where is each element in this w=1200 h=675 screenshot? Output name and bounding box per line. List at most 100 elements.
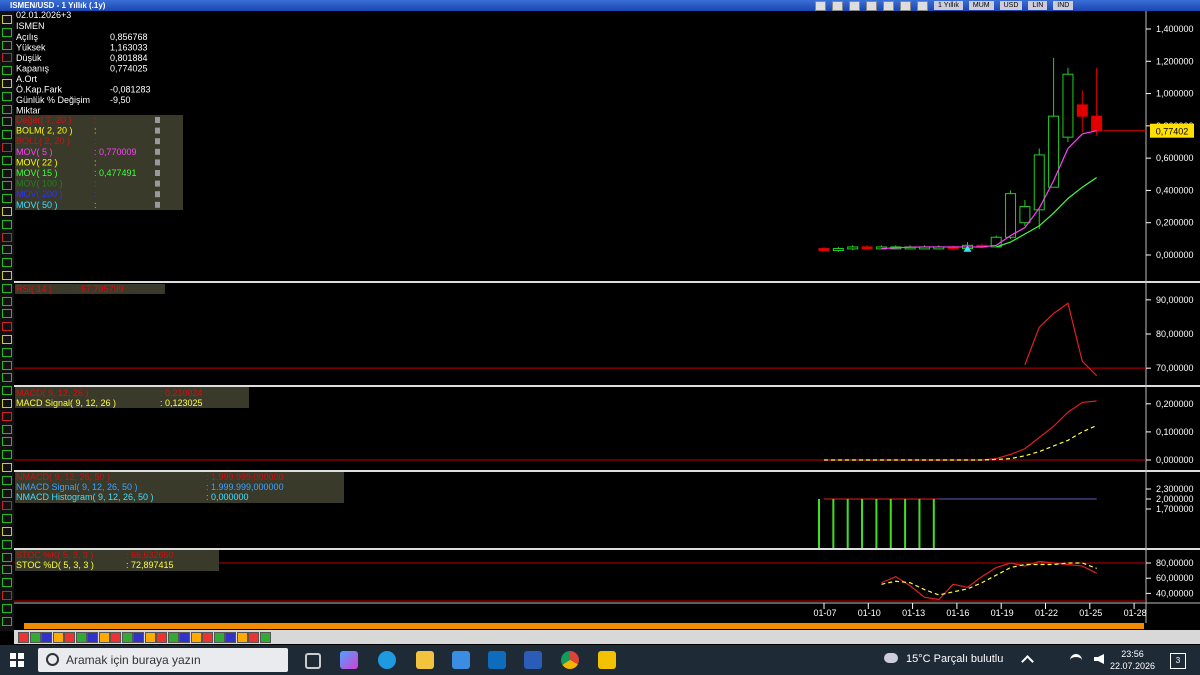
drawing-tool-icon[interactable] — [2, 475, 12, 485]
currency-select[interactable]: USD — [999, 1, 1023, 10]
drawing-tool-icon[interactable] — [2, 616, 12, 626]
taskbar-clock[interactable]: 23:56 22.07.2026 — [1110, 648, 1155, 672]
toolbar-button[interactable] — [883, 0, 894, 11]
bottom-tool-icon[interactable] — [202, 632, 213, 643]
mode-select[interactable]: IND — [1053, 1, 1074, 10]
store-icon[interactable] — [452, 651, 470, 669]
toolbar-button[interactable] — [815, 0, 826, 11]
drawing-tool-icon[interactable] — [2, 411, 12, 421]
bottom-tool-icon[interactable] — [121, 632, 133, 643]
bottom-tool-icon[interactable] — [64, 632, 75, 643]
bottom-tool-icon[interactable] — [225, 632, 236, 643]
drawing-tool-icon[interactable] — [2, 578, 12, 588]
drawing-tool-icon[interactable] — [2, 232, 12, 242]
drawing-tool-icon[interactable] — [2, 53, 12, 63]
drawing-tool-icon[interactable] — [2, 347, 12, 357]
drawing-tool-icon[interactable] — [2, 552, 12, 562]
drawing-tool-icon[interactable] — [2, 181, 12, 191]
bottom-tool-icon[interactable] — [144, 632, 156, 643]
drawing-tool-icon[interactable] — [2, 501, 12, 511]
drawing-tool-icon[interactable] — [2, 258, 12, 268]
drawing-tool-icon[interactable] — [2, 514, 12, 524]
bottom-tool-icon[interactable] — [259, 632, 271, 643]
drawing-tool-icon[interactable] — [2, 488, 12, 498]
drawing-tool-icon[interactable] — [2, 79, 12, 88]
drawing-tool-icon[interactable] — [2, 130, 12, 140]
bottom-tool-icon[interactable] — [213, 632, 225, 643]
notification-icon[interactable]: 3 — [1170, 653, 1186, 669]
bottom-tool-icon[interactable] — [190, 632, 202, 643]
drawing-tool-icon[interactable] — [2, 539, 12, 549]
drawing-tool-icon[interactable] — [2, 309, 12, 319]
chart-svg[interactable]: 1,4000001,2000001,0000000,8000000,600000… — [14, 11, 1200, 631]
bottom-tool-icon[interactable] — [133, 632, 144, 643]
outlook-icon[interactable] — [488, 651, 506, 669]
word-icon[interactable] — [524, 651, 542, 669]
volume-icon[interactable] — [1094, 654, 1104, 664]
scale-select[interactable]: LIN — [1028, 1, 1048, 10]
bottom-tool-icon[interactable] — [75, 632, 87, 643]
trading-app-icon[interactable] — [598, 651, 616, 669]
bottom-tool-icon[interactable] — [98, 632, 110, 643]
bottom-tool-icon[interactable] — [248, 632, 259, 643]
toolbar-button[interactable] — [900, 0, 911, 11]
bottom-tool-icon[interactable] — [52, 632, 64, 643]
wifi-icon[interactable] — [1070, 654, 1082, 667]
drawing-tool-icon[interactable] — [2, 117, 12, 127]
copilot-icon[interactable] — [340, 651, 358, 669]
bottom-tool-icon[interactable] — [236, 632, 248, 643]
toolbar-button[interactable] — [832, 0, 843, 11]
drawing-tool-icon[interactable] — [2, 373, 12, 383]
bottom-tool-icon[interactable] — [110, 632, 121, 643]
file-explorer-icon[interactable] — [416, 651, 434, 669]
drawing-tool-icon[interactable] — [2, 283, 12, 293]
drawing-tool-icon[interactable] — [2, 27, 12, 37]
drawing-tool-icon[interactable] — [2, 219, 12, 229]
chrome-icon[interactable] — [561, 651, 579, 669]
drawing-tool-icon[interactable] — [2, 296, 12, 306]
drawing-tool-icon[interactable] — [2, 66, 12, 76]
edge-icon[interactable] — [378, 651, 396, 669]
period-select[interactable]: 1 Yıllık — [934, 1, 963, 10]
drawing-tool-icon[interactable] — [2, 322, 12, 332]
drawing-tool-icon[interactable] — [2, 168, 12, 178]
drawing-tool-icon[interactable] — [2, 603, 12, 613]
drawing-tool-icon[interactable] — [2, 437, 12, 447]
drawing-tool-icon[interactable] — [2, 207, 12, 216]
drawing-tool-icon[interactable] — [2, 271, 12, 280]
bar-type-select[interactable]: MUM — [968, 1, 994, 10]
drawing-tool-icon[interactable] — [2, 527, 12, 536]
drawing-tool-icon[interactable] — [2, 143, 12, 152]
drawing-tool-icon[interactable] — [2, 399, 12, 408]
drawing-tool-icon[interactable] — [2, 40, 12, 50]
bottom-tool-icon[interactable] — [156, 632, 167, 643]
drawing-tool-icon[interactable] — [2, 15, 12, 24]
drawing-tool-icon[interactable] — [2, 591, 12, 600]
bottom-tool-icon[interactable] — [41, 632, 52, 643]
bottom-tool-icon[interactable] — [167, 632, 179, 643]
bottom-tool-icon[interactable] — [18, 632, 29, 643]
bottom-tool-icon[interactable] — [29, 632, 41, 643]
bottom-tool-icon[interactable] — [179, 632, 190, 643]
toolbar-button[interactable] — [866, 0, 877, 11]
drawing-tool-icon[interactable] — [2, 565, 12, 575]
task-view-icon[interactable] — [305, 653, 321, 669]
chevron-up-icon[interactable] — [1021, 655, 1034, 668]
drawing-tool-icon[interactable] — [2, 335, 12, 344]
drawing-tool-icon[interactable] — [2, 194, 12, 204]
windows-start-icon[interactable] — [10, 653, 24, 667]
bottom-tool-icon[interactable] — [87, 632, 98, 643]
drawing-tool-icon[interactable] — [2, 360, 12, 370]
drawing-tool-icon[interactable] — [2, 386, 12, 396]
drawing-tool-icon[interactable] — [2, 91, 12, 101]
toolbar-button[interactable] — [917, 0, 928, 11]
drawing-tool-icon[interactable] — [2, 155, 12, 165]
weather-text[interactable]: 15°C Parçalı bulutlu — [906, 653, 1003, 665]
drawing-tool-icon[interactable] — [2, 104, 12, 114]
drawing-tool-icon[interactable] — [2, 424, 12, 434]
taskbar-search-input[interactable]: Aramak için buraya yazın — [38, 648, 288, 672]
drawing-tool-icon[interactable] — [2, 463, 12, 472]
drawing-tool-icon[interactable] — [2, 245, 12, 255]
chart-area[interactable]: 1,4000001,2000001,0000000,8000000,600000… — [14, 11, 1200, 631]
drawing-tool-icon[interactable] — [2, 450, 12, 460]
